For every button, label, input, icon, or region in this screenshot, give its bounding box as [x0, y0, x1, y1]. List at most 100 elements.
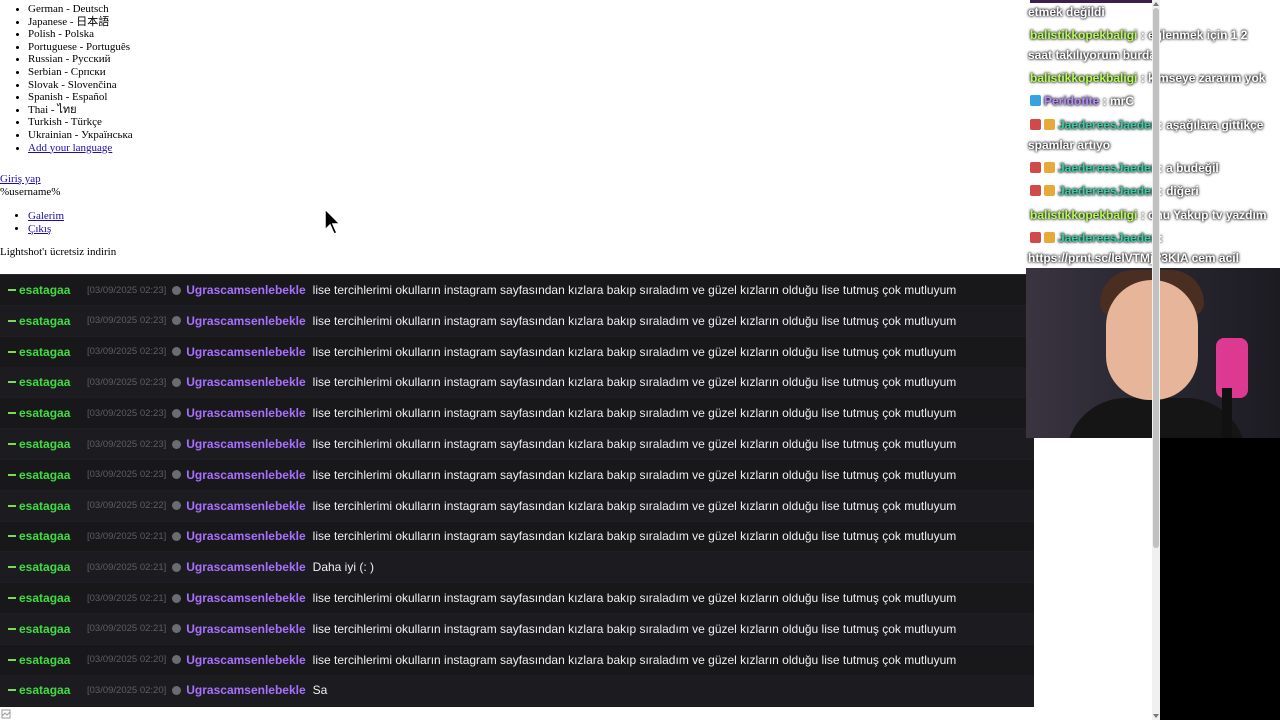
chat-log-row: esatagaa [03/09/2025 02:21] Ugrascamsenleb…	[0, 552, 1034, 584]
lightshot-page: German - Deutsch Japanese - 日本語 Polish -…	[0, 0, 1030, 272]
dot-icon	[172, 501, 182, 511]
timestamp: [03/09/2025 02:20]	[87, 684, 167, 696]
chat-message: lise tercihlerimi okulların instagram sa…	[312, 652, 957, 667]
timestamp: [03/09/2025 02:21]	[87, 530, 167, 542]
overlay-chat-line: balistikkopekbaligi : eğlenmek için 1 2	[1030, 28, 1247, 42]
moderator-name[interactable]: esatagaa	[19, 560, 79, 574]
overlay-username: JaedereesJaeder	[1058, 118, 1156, 132]
chat-message: lise tercihlerimi okulların instagram sa…	[312, 498, 957, 513]
dot-icon	[172, 439, 182, 449]
moderator-name[interactable]: esatagaa	[19, 653, 79, 667]
timestamp: [03/09/2025 02:23]	[87, 376, 167, 388]
scrollbar-thumb[interactable]	[1153, 8, 1159, 548]
chat-username[interactable]: Ugrascamsenlebekle	[186, 622, 305, 636]
sword-icon	[8, 504, 16, 507]
chat-username[interactable]: Ugrascamsenlebekle	[186, 499, 305, 513]
chat-username[interactable]: Ugrascamsenlebekle	[186, 591, 305, 605]
scroll-down-icon[interactable]	[1152, 712, 1160, 720]
chat-username[interactable]: Ugrascamsenlebekle	[186, 653, 305, 667]
chat-username[interactable]: Ugrascamsenlebekle	[186, 683, 305, 697]
overlay-message: https://prnt.sc/lelVTMjP3KIA cem acil	[1028, 251, 1239, 265]
language-item[interactable]: Slovak - Slovenčina	[28, 79, 133, 92]
chat-message: lise tercihlerimi okulların instagram sa…	[312, 621, 957, 636]
moderator-name[interactable]: esatagaa	[19, 375, 79, 389]
chat-log-row: esatagaa [03/09/2025 02:23] Ugrascamsenleb…	[0, 398, 1034, 430]
moderator-name[interactable]: esatagaa	[19, 345, 79, 359]
chat-username[interactable]: Ugrascamsenlebekle	[186, 529, 305, 543]
timestamp: [03/09/2025 02:21]	[87, 623, 167, 635]
chat-username[interactable]: Ugrascamsenlebekle	[186, 283, 305, 297]
language-item[interactable]: Portuguese - Português	[28, 41, 133, 54]
overlay-chat-line: Peridotite : mrC	[1030, 94, 1134, 108]
chat-username[interactable]: Ugrascamsenlebekle	[186, 437, 305, 451]
language-item[interactable]: Japanese - 日本語	[28, 16, 133, 29]
sword-icon	[8, 689, 16, 692]
chat-username[interactable]: Ugrascamsenlebekle	[186, 468, 305, 482]
badge-icon	[1030, 185, 1041, 196]
chat-log-row: esatagaa [03/09/2025 02:23] Ugrascamsenleb…	[0, 367, 1034, 399]
language-item[interactable]: Ukrainian - Українська	[28, 129, 133, 142]
sword-icon	[8, 289, 16, 291]
moderator-name[interactable]: esatagaa	[19, 591, 79, 605]
chat-message: lise tercihlerimi okulların instagram sa…	[312, 313, 957, 328]
overlay-chat-line: JaedereesJaeder : diğeri	[1030, 184, 1199, 198]
right-dark-area	[1160, 438, 1280, 720]
overlay-username: JaedereesJaeder	[1058, 184, 1156, 198]
timestamp: [03/09/2025 02:23]	[87, 346, 167, 358]
chat-message: lise tercihlerimi okulların instagram sa…	[312, 344, 957, 359]
moderator-name[interactable]: esatagaa	[19, 314, 79, 328]
broken-image-icon	[1, 709, 11, 719]
sword-icon	[8, 658, 16, 661]
badge-icon	[1044, 185, 1055, 196]
sword-icon	[8, 381, 16, 384]
language-item[interactable]: Turkish - Türkçe	[28, 116, 133, 129]
moderator-name[interactable]: esatagaa	[19, 283, 79, 297]
language-item[interactable]: Spanish - Español	[28, 91, 133, 104]
chat-username[interactable]: Ugrascamsenlebekle	[186, 345, 305, 359]
chat-log-row: esatagaa [03/09/2025 02:23] Ugrascamsenleb…	[0, 305, 1034, 337]
add-language-link[interactable]: Add your language	[28, 142, 112, 154]
scroll-up-icon[interactable]	[1152, 0, 1160, 8]
gallery-link[interactable]: Galerim	[28, 210, 64, 222]
chat-log-row: esatagaa [03/09/2025 02:23] Ugrascamsenleb…	[0, 275, 1034, 306]
moderator-name[interactable]: esatagaa	[19, 406, 79, 420]
chat-message: lise tercihlerimi okulların instagram sa…	[312, 591, 957, 605]
moderator-name[interactable]: esatagaa	[19, 683, 79, 697]
dot-icon	[172, 562, 182, 572]
overlay-chat-line: https://prnt.sc/lelVTMjP3KIA cem acil	[1028, 251, 1239, 265]
chat-username[interactable]: Ugrascamsenlebekle	[186, 375, 305, 389]
badge-icon	[1030, 232, 1041, 243]
timestamp: [03/09/2025 02:23]	[87, 407, 167, 419]
language-item[interactable]: Serbian - Српски	[28, 66, 133, 79]
language-item[interactable]: Thai - ไทย	[28, 104, 133, 117]
logout-link[interactable]: Çıkış	[28, 223, 51, 235]
chat-username[interactable]: Ugrascamsenlebekle	[186, 406, 305, 420]
sword-icon	[8, 350, 16, 353]
moderator-name[interactable]: esatagaa	[19, 529, 79, 543]
microphone-arm	[1222, 388, 1232, 438]
moderator-name[interactable]: esatagaa	[19, 437, 79, 451]
moderator-name[interactable]: esatagaa	[19, 499, 79, 513]
chat-username[interactable]: Ugrascamsenlebekle	[186, 560, 305, 574]
microphone-light	[1216, 338, 1248, 398]
moderator-name[interactable]: esatagaa	[19, 622, 79, 636]
language-item[interactable]: Polish - Polska	[28, 28, 133, 41]
login-link[interactable]: Giriş yap	[0, 173, 41, 186]
language-item[interactable]: Russian - Русский	[28, 53, 133, 66]
chat-username[interactable]: Ugrascamsenlebekle	[186, 314, 305, 328]
overlay-message: : aşağılara gittikçe	[1155, 118, 1264, 132]
chat-log-row: esatagaa [03/09/2025 02:22] Ugrascamsenleb…	[0, 490, 1034, 522]
dot-icon	[172, 316, 182, 326]
overlay-username: JaedereesJaeder	[1058, 161, 1156, 175]
overlay-message: etmek değildi	[1028, 5, 1105, 19]
dot-icon	[172, 285, 182, 295]
moderator-name[interactable]: esatagaa	[19, 468, 79, 482]
chat-message: lise tercihlerimi okulların instagram sa…	[312, 467, 957, 482]
language-item[interactable]: German - Deutsch	[28, 3, 133, 16]
overlay-username: balistikkopekbaligi	[1030, 208, 1138, 222]
overlay-chat-line: JaedereesJaeder : aşağılara gittikçe	[1030, 118, 1263, 132]
chat-message: lise tercihlerimi okulların instagram sa…	[312, 283, 957, 297]
badge-icon	[1044, 162, 1055, 173]
chat-message: Daha iyi (: )	[312, 560, 375, 575]
download-text: Lightshot'ı ücretsiz indirin	[0, 246, 117, 258]
